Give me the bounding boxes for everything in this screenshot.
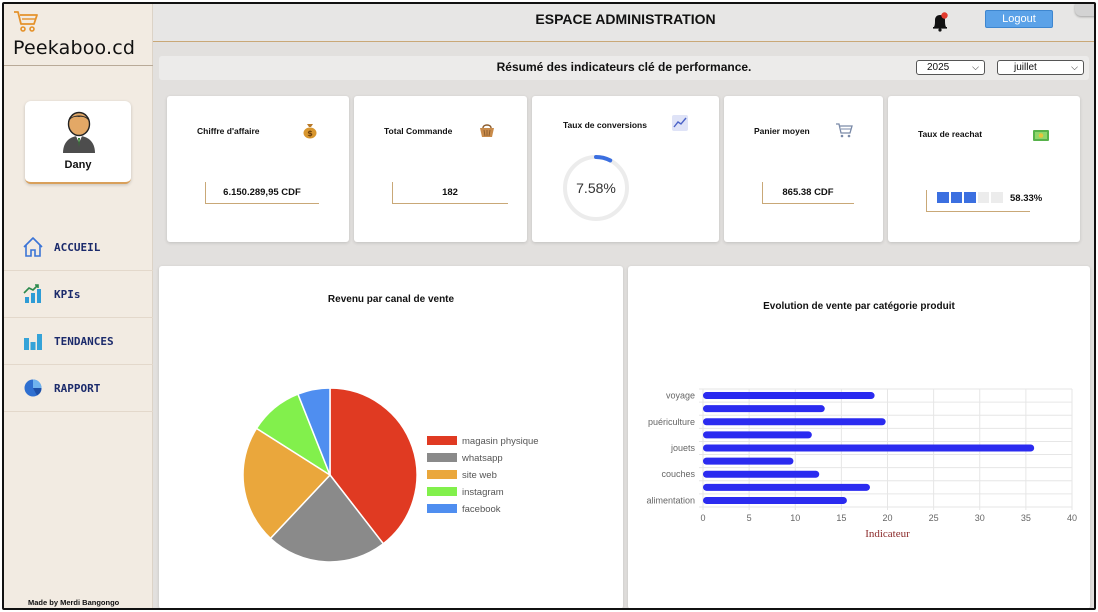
profile-card: Dany — [25, 101, 131, 184]
progress-segment — [977, 192, 990, 203]
legend-swatch — [427, 504, 457, 513]
cash-icon — [1033, 130, 1049, 141]
window-corner-button[interactable] — [1075, 4, 1094, 16]
pie-chart: magasin physique whatsapp site web instagra… — [242, 387, 539, 563]
progress-segment — [991, 192, 1003, 203]
progress-segment — [937, 192, 949, 203]
legend-label: magasin physique — [462, 436, 539, 447]
x-tick-label: 40 — [1067, 513, 1077, 523]
bar[interactable] — [703, 470, 820, 478]
legend-swatch — [427, 487, 457, 496]
month-select-value: juillet — [1014, 62, 1037, 73]
y-tick-label: couches — [661, 469, 695, 479]
legend-swatch — [427, 470, 457, 479]
sidebar-item-label: TENDANCES — [54, 334, 114, 348]
shopping-cart-icon — [14, 11, 38, 32]
kpi-value: 6.150.289,95 CDF — [223, 187, 301, 198]
sidebar: Peekaboo.cd Dany ACCUEIL KPIs TENDANCES … — [4, 4, 153, 608]
pie-chart-icon — [22, 377, 44, 399]
month-select[interactable]: juillet ⌵ — [997, 60, 1084, 75]
x-tick-label: 5 — [747, 513, 752, 523]
x-tick-label: 0 — [700, 513, 705, 523]
svg-text:$: $ — [307, 129, 313, 138]
pie-chart-panel: Revenu par canal de vente magasin physiq… — [159, 266, 623, 608]
bar-chart-icon — [22, 330, 44, 352]
x-tick-label: 25 — [929, 513, 939, 523]
x-tick-label: 20 — [882, 513, 892, 523]
y-tick-label: puériculture — [648, 417, 695, 427]
trend-chart-icon — [672, 115, 688, 131]
bar[interactable] — [703, 405, 825, 413]
bar[interactable] — [703, 418, 886, 426]
app-window: Peekaboo.cd Dany ACCUEIL KPIs TENDANCES … — [2, 2, 1096, 610]
chevron-down-icon: ⌵ — [972, 62, 979, 72]
legend-swatch — [427, 436, 457, 445]
sidebar-item-kpis[interactable]: KPIs — [4, 271, 153, 318]
brand-name: Peekaboo.cd — [13, 37, 136, 59]
kpi-value: 865.38 CDF — [782, 187, 834, 198]
kpi-title: Total Commande — [384, 126, 453, 136]
kpi-summary-bar: Résumé des indicateurs clé de performanc… — [159, 56, 1089, 80]
kpi-chart-icon — [22, 283, 44, 305]
bar[interactable] — [703, 392, 875, 400]
sidebar-item-accueil[interactable]: ACCUEIL — [4, 224, 153, 271]
kpi-title: Taux de reachat — [918, 129, 983, 139]
sidebar-item-tendances[interactable]: TENDANCES — [4, 318, 153, 365]
y-tick-label: voyage — [666, 391, 695, 401]
kpi-card-taux-conversions: Taux de conversions 7.58% — [532, 96, 719, 242]
kpi-value: 58.33% — [1010, 193, 1043, 204]
profile-name: Dany — [64, 159, 92, 171]
x-tick-label: 10 — [790, 513, 800, 523]
legend-label: whatsapp — [461, 453, 503, 464]
kpi-value: 7.58% — [576, 180, 616, 196]
chevron-down-icon: ⌵ — [1071, 62, 1078, 72]
legend-label: facebook — [462, 504, 501, 515]
legend-label: instagram — [462, 487, 504, 498]
legend-label: site web — [462, 470, 497, 481]
money-bag-icon: $ — [303, 124, 317, 139]
year-select[interactable]: 2025 ⌵ — [916, 60, 985, 75]
bar[interactable] — [703, 483, 870, 491]
logout-button[interactable]: Logout — [985, 10, 1053, 28]
sidebar-item-rapport[interactable]: RAPPORT — [4, 365, 153, 412]
basket-icon — [480, 124, 494, 137]
x-tick-label: 30 — [975, 513, 985, 523]
sidebar-item-label: KPIs — [54, 287, 81, 301]
kpi-card-chiffre-affaire: Chiffre d'affaire $ 6.150.289,95 CDF — [167, 96, 349, 242]
x-tick-label: 35 — [1021, 513, 1031, 523]
y-tick-label: jouets — [670, 443, 696, 453]
sidebar-item-label: RAPPORT — [54, 381, 101, 395]
progress-segment — [964, 192, 976, 203]
kpi-title: Panier moyen — [754, 126, 810, 136]
bar-chart-panel: Evolution de vente par catégorie produit… — [628, 266, 1090, 608]
top-header: ESPACE ADMINISTRATION Logout — [153, 4, 1094, 42]
kpi-title: Taux de conversions — [563, 120, 647, 130]
footer-credit: Made by Merdi Bangongo — [28, 598, 120, 607]
sidebar-item-label: ACCUEIL — [54, 240, 101, 254]
bar[interactable] — [703, 496, 847, 504]
y-tick-label: alimentation — [646, 495, 695, 505]
kpi-title: Chiffre d'affaire — [197, 126, 260, 136]
kpi-value: 182 — [442, 187, 458, 198]
x-axis-label: Indicateur — [865, 528, 910, 540]
x-tick-label: 15 — [836, 513, 846, 523]
sidebar-nav: ACCUEIL KPIs TENDANCES RAPPORT — [4, 224, 153, 412]
brand-logo[interactable]: Peekaboo.cd — [4, 4, 153, 66]
user-avatar-icon — [63, 111, 95, 153]
notification-bell-icon[interactable] — [931, 12, 949, 32]
bar[interactable] — [703, 444, 1035, 452]
year-select-value: 2025 — [927, 62, 950, 73]
home-icon — [22, 236, 44, 258]
kpi-card-taux-reachat: Taux de reachat 58.33% — [888, 96, 1080, 242]
cart-icon — [836, 123, 853, 138]
kpi-card-total-commande: Total Commande 182 — [354, 96, 527, 242]
page-title: ESPACE ADMINISTRATION — [535, 11, 716, 27]
reachat-progress-bar — [937, 192, 1003, 203]
kpi-card-panier-moyen: Panier moyen 865.38 CDF — [724, 96, 883, 242]
bar-chart: 0 5 10 15 20 25 30 35 40 voyage puériculture jouets… — [646, 388, 1077, 540]
bar[interactable] — [703, 431, 812, 439]
legend-swatch — [427, 453, 457, 462]
bar[interactable] — [703, 457, 794, 465]
progress-segment — [950, 192, 963, 203]
